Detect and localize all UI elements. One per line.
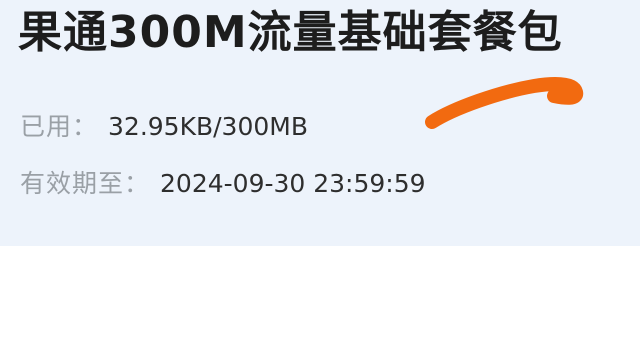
- orange-marker-scribble: [425, 77, 584, 129]
- package-title: 果通300M流量基础套餐包: [18, 7, 563, 58]
- usage-row: 已用： 32.95KB/300MB: [20, 111, 308, 143]
- expire-value: 2024-09-30 23:59:59: [160, 169, 426, 198]
- scribble-stroke: [425, 77, 584, 129]
- data-package-card: 果通300M流量基础套餐包 已用： 32.95KB/300MB 有效期至： 2024…: [0, 0, 640, 246]
- expire-label: 有效期至：: [20, 169, 151, 198]
- expiry-row: 有效期至： 2024-09-30 23:59:59: [20, 168, 426, 200]
- used-label: 已用：: [20, 112, 99, 141]
- used-value: 32.95KB/300MB: [108, 112, 308, 141]
